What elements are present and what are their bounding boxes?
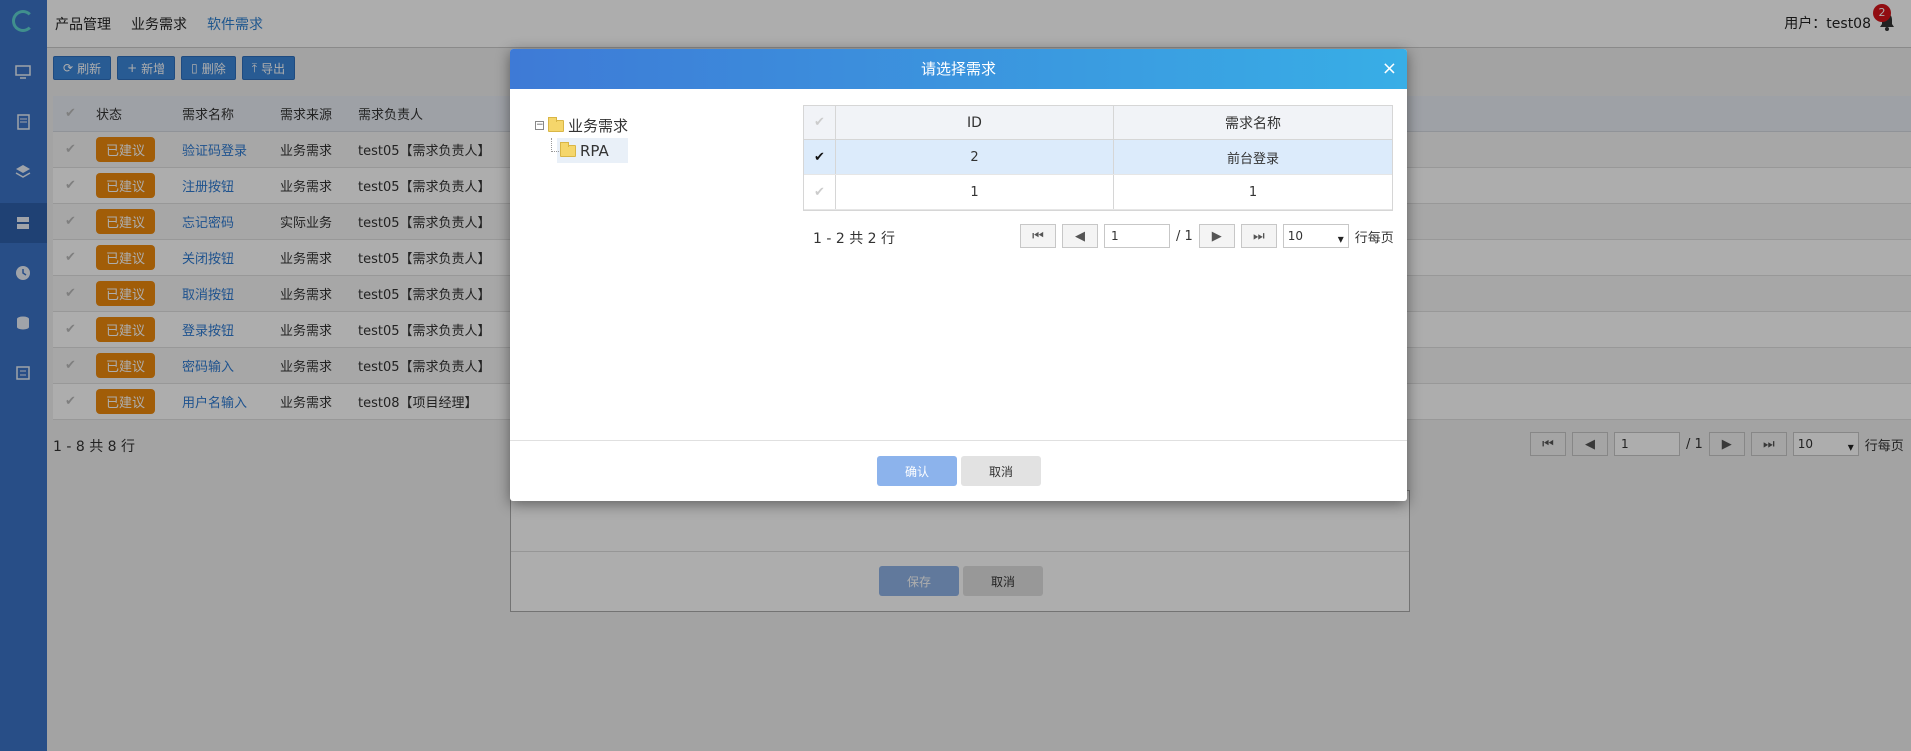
row-checkbox[interactable]: ✔ [804, 175, 836, 209]
modal-header: 请选择需求 × [510, 49, 1407, 89]
grid-cell-id: 1 [836, 175, 1114, 209]
grid-header: ✔ ID 需求名称 [804, 106, 1392, 140]
grid-page-input[interactable]: 1 [1104, 224, 1170, 248]
tree-node-rpa[interactable]: RPA [557, 138, 629, 163]
grid-prev-page-button[interactable]: ◀ [1062, 224, 1098, 248]
grid-per-page-label: 行每页 [1354, 230, 1394, 246]
grid-select-all-checkbox[interactable]: ✔ [804, 106, 836, 139]
grid-per-page-select[interactable]: 10 [1282, 224, 1349, 250]
grid-footer-info: 1 - 2 共 2 行 [813, 231, 896, 247]
grid-first-page-button[interactable]: ⏮ [1020, 224, 1056, 248]
confirm-button[interactable]: 确认 [877, 456, 957, 486]
folder-icon [548, 116, 564, 132]
modal-footer-divider [510, 440, 1407, 441]
grid-cell-name: 1 [1248, 184, 1258, 200]
cancel-button[interactable]: 取消 [961, 456, 1041, 486]
grid-col-name[interactable]: 需求名称 [1114, 106, 1392, 139]
tree-node-rpa-label: RPA [580, 141, 609, 160]
background-dialog-dim [510, 490, 1410, 612]
folder-icon [560, 141, 576, 157]
grid-next-page-button[interactable]: ▶ [1198, 224, 1235, 248]
select-requirement-modal: 请选择需求 × − 业务需求 RPA ✔ ID 需求名称 ✔ 2 前台登录 ✔ … [510, 49, 1407, 501]
grid-col-id[interactable]: ID [836, 106, 1114, 139]
tree-node-root-label: 业务需求 [568, 117, 629, 135]
row-checkbox-checked[interactable]: ✔ [804, 140, 836, 174]
grid-pager: ⏮ ◀ 1 / 1 ▶ ⏭ 10 行每页 [1020, 224, 1394, 250]
tree-node-root[interactable]: − 业务需求 [535, 113, 628, 138]
grid-row[interactable]: ✔ 2 前台登录 [804, 140, 1392, 175]
modal-title: 请选择需求 [920, 60, 996, 78]
grid-row[interactable]: ✔ 1 1 [804, 175, 1392, 210]
requirement-grid: ✔ ID 需求名称 ✔ 2 前台登录 ✔ 1 1 [803, 105, 1393, 211]
requirement-tree: − 业务需求 RPA [535, 113, 629, 163]
close-icon[interactable]: × [1382, 49, 1397, 89]
grid-cell-name: 前台登录 [1226, 151, 1279, 167]
grid-last-page-button[interactable]: ⏭ [1240, 224, 1277, 248]
tree-connector [551, 138, 559, 152]
collapse-icon[interactable]: − [535, 121, 544, 130]
grid-cell-id: 2 [836, 140, 1114, 174]
grid-page-total: / 1 [1176, 228, 1193, 244]
